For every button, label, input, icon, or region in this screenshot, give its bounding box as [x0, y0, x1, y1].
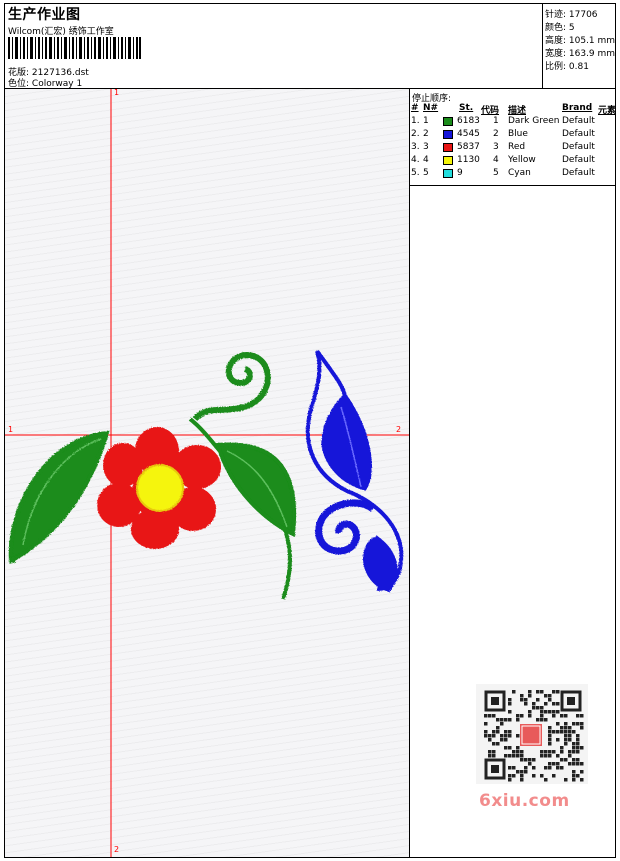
legend-row-code: 1 [493, 116, 499, 126]
legend-row: 5. 5 9 5 Cyan Default [410, 168, 615, 181]
company-name: Wilcom(汇宏) 绣饰工作室 [8, 27, 114, 37]
legend-row-brand: Default [562, 129, 595, 139]
color-swatch [443, 143, 453, 152]
colorway-label: 色位: [8, 79, 30, 89]
design-canvas: 1 1 2 2 [5, 88, 410, 857]
legend-row-desc: Dark Green [508, 116, 560, 126]
legend-row-stitches: 5837 [457, 142, 480, 152]
marker-bottom: 2 [114, 845, 120, 854]
legend-row-num: 4. [411, 155, 420, 165]
legend-row-brand: Default [562, 155, 595, 165]
color-legend-table: # N# St. 代码 描述 Brand 元素 1. 1 6183 1 Dark Gre… [410, 102, 617, 186]
sheet-title: 生产作业图 [8, 7, 81, 23]
legend-row: 4. 4 1130 4 Yellow Default [410, 155, 615, 168]
legend-row-stitches: 4545 [457, 129, 480, 139]
stat-colors: 颜色: 5 [545, 23, 575, 33]
seal-icon [520, 724, 542, 746]
right-green-leaf [215, 442, 297, 538]
col-num: # [411, 103, 419, 113]
legend-row-code: 2 [493, 129, 499, 139]
col-code: 代码 [481, 106, 500, 116]
color-swatch [443, 117, 453, 126]
legend-row: 1. 1 6183 1 Dark Green Default [410, 116, 615, 129]
marker-right: 2 [396, 425, 402, 434]
legend-row-desc: Cyan [508, 168, 531, 178]
legend-row-code: 4 [493, 155, 499, 165]
sheet-header: 生产作业图 Wilcom(汇宏) 绣饰工作室 花版: 2127136.dst 色… [5, 4, 615, 89]
blue-small-leaf [363, 535, 398, 593]
legend-row: 3. 3 5837 3 Red Default [410, 142, 615, 155]
col-brand: Brand [562, 103, 593, 113]
colorway-value: Colorway 1 [31, 79, 83, 89]
legend-row-num: 2. [411, 129, 420, 139]
flower-center [136, 464, 184, 512]
blue-swirl [315, 499, 376, 555]
legend-row-stitches: 6183 [457, 116, 480, 126]
color-swatch [443, 169, 453, 178]
blue-leaf [321, 392, 372, 491]
production-sheet: 生产作业图 Wilcom(汇宏) 绣饰工作室 花版: 2127136.dst 色… [4, 3, 616, 858]
legend-row: 2. 2 4545 2 Blue Default [410, 129, 615, 142]
col-n: N# [423, 103, 439, 113]
left-leaf [8, 430, 110, 565]
legend-row-n: 1 [423, 116, 429, 126]
legend-row-n: 4 [423, 155, 429, 165]
col-elem: 元素 [598, 106, 617, 116]
stat-scale: 比例: 0.81 [545, 62, 589, 72]
legend-row-n: 5 [423, 168, 429, 178]
legend-row-brand: Default [562, 168, 595, 178]
legend-row-num: 1. [411, 116, 420, 126]
embroidery-preview [5, 89, 409, 857]
legend-row-brand: Default [562, 142, 595, 152]
stats-panel: 针迹: 17706 颜色: 5 高度: 105.1 mm 宽度: 163.9 m… [542, 4, 616, 88]
legend-row-desc: Blue [508, 129, 528, 139]
legend-row-num: 5. [411, 168, 420, 178]
legend-row-stitches: 1130 [457, 155, 480, 165]
stat-stitches: 针迹: 17706 [545, 10, 598, 20]
color-swatch [443, 130, 453, 139]
green-swirl [192, 352, 271, 422]
stat-width: 宽度: 163.9 mm [545, 49, 616, 59]
barcode-icon [8, 37, 141, 59]
red-flower [97, 427, 221, 549]
marker-top: 1 [114, 88, 120, 97]
legend-row-desc: Red [508, 142, 526, 152]
watermark-text: 6xiu.com [479, 791, 570, 811]
colorway-line: 色位: Colorway 1 [8, 76, 82, 89]
legend-row-n: 3 [423, 142, 429, 152]
embroidery-design [8, 349, 404, 600]
marker-left: 1 [8, 425, 14, 434]
col-desc: 描述 [508, 106, 527, 116]
color-swatch [443, 156, 453, 165]
col-st: St. [459, 103, 474, 113]
legend-row-n: 2 [423, 129, 429, 139]
legend-header-row: # N# St. 代码 描述 Brand 元素 [410, 103, 617, 116]
legend-row-code: 3 [493, 142, 499, 152]
qr-code-icon [476, 684, 588, 784]
legend-row-num: 3. [411, 142, 420, 152]
stat-height: 高度: 105.1 mm [545, 36, 616, 46]
legend-row-desc: Yellow [508, 155, 536, 165]
qr-code [476, 684, 588, 784]
legend-row-brand: Default [562, 116, 595, 126]
legend-row-code: 5 [493, 168, 499, 178]
legend-row-stitches: 9 [457, 168, 463, 178]
